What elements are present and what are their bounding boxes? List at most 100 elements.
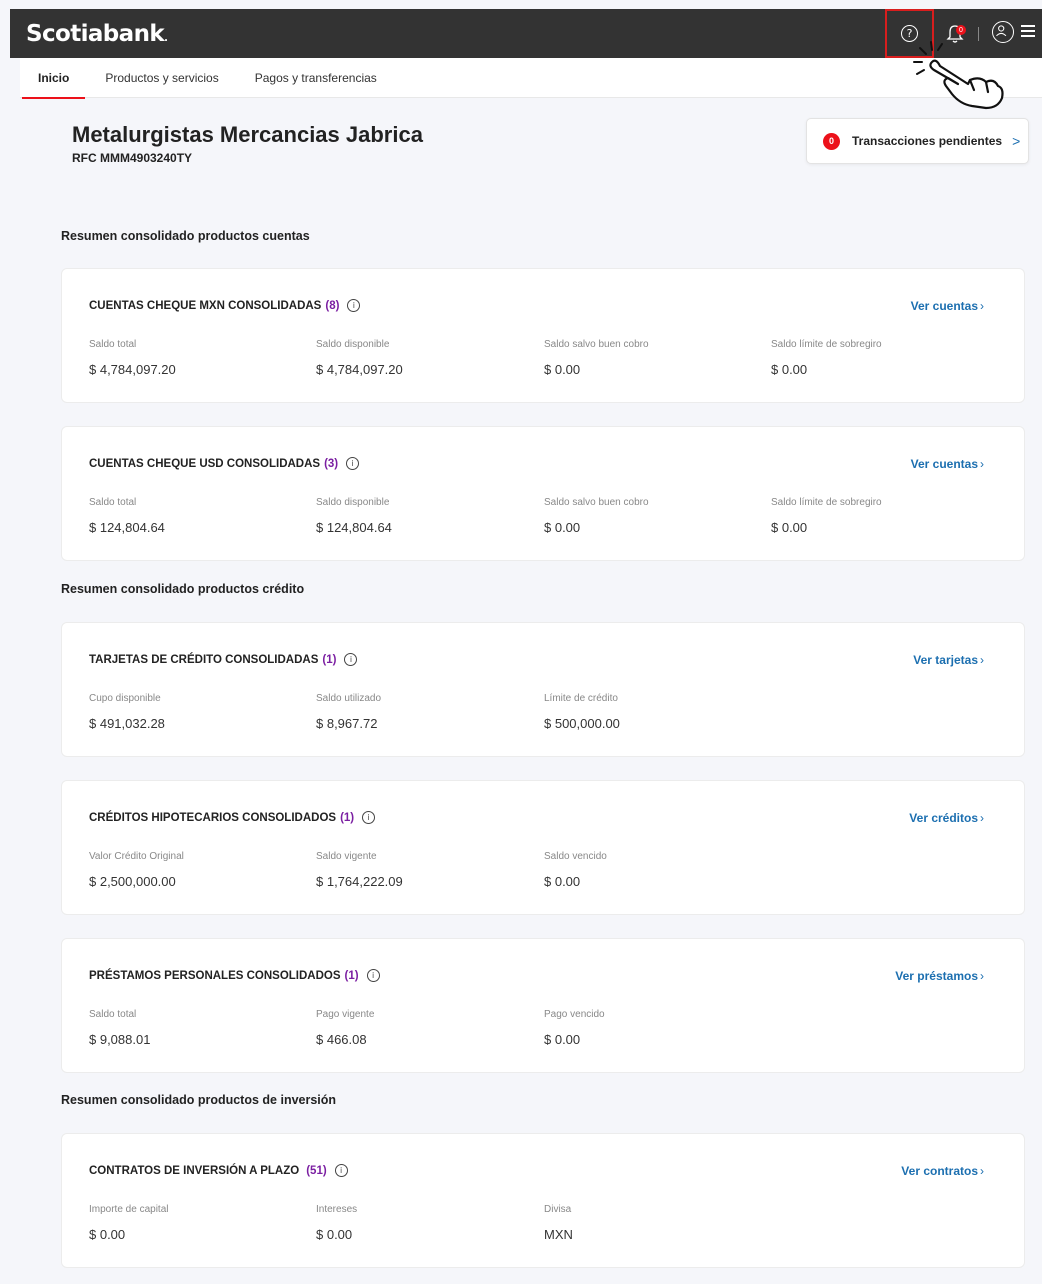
metric-label: Límite de crédito bbox=[544, 693, 618, 704]
card-title-text: CRÉDITOS HIPOTECARIOS CONSOLIDADOS bbox=[89, 811, 337, 824]
metric: Límite de crédito $ 500,000.00 bbox=[544, 693, 620, 731]
ver-prestamos-link[interactable]: Ver préstamos › bbox=[895, 969, 984, 983]
card-title-text: CONTRATOS DE INVERSIÓN A PLAZO bbox=[89, 1164, 300, 1177]
metric-value: $ 500,000.00 bbox=[544, 716, 620, 731]
metric-value: $ 0.00 bbox=[544, 1032, 581, 1047]
card-title-text: TARJETAS DE CRÉDITO CONSOLIDADAS bbox=[89, 653, 319, 666]
metric: Importe de capital $ 0.00 bbox=[89, 1204, 169, 1242]
chevron-right-icon: › bbox=[980, 299, 984, 313]
link-text: Ver tarjetas bbox=[913, 653, 978, 667]
card-count: (1) bbox=[344, 969, 359, 982]
metric-label: Saldo salvo buen cobro bbox=[544, 497, 649, 508]
top-bar: Scotiabank. ? 0 bbox=[10, 9, 1042, 58]
metric-label: Cupo disponible bbox=[89, 693, 161, 704]
menu-icon[interactable] bbox=[1021, 25, 1035, 37]
card-count: (8) bbox=[325, 299, 340, 312]
metric-value: $ 0.00 bbox=[544, 874, 581, 889]
metric: Saldo total $ 4,784,097.20 bbox=[89, 339, 176, 377]
metric-value: $ 8,967.72 bbox=[316, 716, 378, 731]
metric: Saldo salvo buen cobro $ 0.00 bbox=[544, 339, 649, 377]
metric-value: $ 1,764,222.09 bbox=[316, 874, 403, 889]
link-text: Ver créditos bbox=[909, 811, 978, 825]
card-title: CUENTAS CHEQUE USD CONSOLIDADAS (3) i bbox=[89, 457, 360, 470]
card-cuentas-usd: CUENTAS CHEQUE USD CONSOLIDADAS (3) i Ve… bbox=[61, 426, 1025, 561]
info-icon[interactable]: i bbox=[334, 1164, 348, 1177]
card-title: PRÉSTAMOS PERSONALES CONSOLIDADOS (1) i bbox=[89, 969, 380, 982]
logo-text: Scotiabank bbox=[26, 20, 165, 47]
chevron-right-icon: > bbox=[1012, 133, 1021, 149]
link-text: Ver cuentas bbox=[910, 457, 978, 471]
info-icon[interactable]: i bbox=[346, 457, 360, 470]
ver-tarjetas-link[interactable]: Ver tarjetas › bbox=[913, 653, 984, 667]
metric: Saldo vigente $ 1,764,222.09 bbox=[316, 851, 403, 889]
info-icon[interactable]: i bbox=[344, 653, 358, 666]
chevron-right-icon: › bbox=[980, 457, 984, 471]
metric: Saldo límite de sobregiro $ 0.00 bbox=[771, 497, 882, 535]
notifications-badge: 0 bbox=[956, 25, 966, 35]
metric: Cupo disponible $ 491,032.28 bbox=[89, 693, 165, 731]
metric: Saldo disponible $ 4,784,097.20 bbox=[316, 339, 403, 377]
metric-label: Divisa bbox=[544, 1204, 572, 1215]
metric-value: $ 0.00 bbox=[89, 1227, 126, 1242]
chevron-right-icon: › bbox=[980, 653, 984, 667]
card-title-text: CUENTAS CHEQUE MXN CONSOLIDADAS bbox=[89, 299, 322, 312]
metric: Pago vencido $ 0.00 bbox=[544, 1009, 605, 1047]
metric-value: $ 9,088.01 bbox=[89, 1032, 151, 1047]
link-text: Ver cuentas bbox=[910, 299, 978, 313]
metric-label: Saldo total bbox=[89, 1009, 137, 1020]
link-text: Ver préstamos bbox=[895, 969, 978, 983]
metric: Saldo total $ 9,088.01 bbox=[89, 1009, 150, 1047]
metric-value: $ 0.00 bbox=[544, 362, 581, 377]
card-title: CRÉDITOS HIPOTECARIOS CONSOLIDADOS (1) i bbox=[89, 811, 376, 824]
metric: Intereses $ 0.00 bbox=[316, 1204, 357, 1242]
company-name: Metalurgistas Mercancias Jabrica bbox=[72, 122, 423, 147]
card-title: CONTRATOS DE INVERSIÓN A PLAZO (51) i bbox=[89, 1164, 348, 1177]
chevron-right-icon: › bbox=[980, 1164, 984, 1178]
metric-value: $ 2,500,000.00 bbox=[89, 874, 176, 889]
link-text: Ver contratos bbox=[901, 1164, 978, 1178]
info-icon[interactable]: i bbox=[347, 299, 361, 312]
metric-value: $ 491,032.28 bbox=[89, 716, 165, 731]
company-rfc: RFC MMM4903240TY bbox=[72, 151, 193, 165]
card-title: CUENTAS CHEQUE MXN CONSOLIDADAS (8) i bbox=[89, 299, 361, 312]
metric-value: $ 124,804.64 bbox=[316, 520, 392, 535]
metric-label: Saldo límite de sobregiro bbox=[771, 497, 882, 508]
scotiabank-logo[interactable]: Scotiabank. bbox=[26, 20, 168, 47]
metric-label: Valor Crédito Original bbox=[89, 851, 184, 862]
metric-label: Saldo utilizado bbox=[316, 693, 382, 704]
metric-label: Intereses bbox=[316, 1204, 358, 1215]
metric: Saldo utilizado $ 8,967.72 bbox=[316, 693, 381, 731]
metric-value: $ 124,804.64 bbox=[89, 520, 165, 535]
card-creditos-hipotecarios: CRÉDITOS HIPOTECARIOS CONSOLIDADOS (1) i… bbox=[61, 780, 1025, 915]
metric-label: Saldo límite de sobregiro bbox=[771, 339, 882, 350]
ver-cuentas-link[interactable]: Ver cuentas › bbox=[911, 457, 984, 471]
card-count: (51) bbox=[306, 1164, 327, 1177]
tab-productos-y-servicios[interactable]: Productos y servicios bbox=[87, 58, 236, 98]
info-icon[interactable]: i bbox=[366, 969, 380, 982]
ver-creditos-link[interactable]: Ver créditos › bbox=[909, 811, 984, 825]
metric-value: $ 466.08 bbox=[316, 1032, 367, 1047]
metric: Divisa MXN bbox=[544, 1204, 573, 1242]
metric-value: $ 0.00 bbox=[771, 362, 808, 377]
ver-contratos-link[interactable]: Ver contratos › bbox=[901, 1164, 984, 1178]
card-title-text: PRÉSTAMOS PERSONALES CONSOLIDADOS bbox=[89, 969, 341, 982]
metric-label: Saldo disponible bbox=[316, 339, 390, 350]
metric-label: Saldo vigente bbox=[316, 851, 377, 862]
metric: Saldo disponible $ 124,804.64 bbox=[316, 497, 392, 535]
card-count: (3) bbox=[324, 457, 339, 470]
card-cuentas-mxn: CUENTAS CHEQUE MXN CONSOLIDADAS (8) i Ve… bbox=[61, 268, 1025, 403]
metric: Saldo salvo buen cobro $ 0.00 bbox=[544, 497, 649, 535]
tab-pagos-y-transferencias[interactable]: Pagos y transferencias bbox=[237, 58, 395, 98]
metric-label: Pago vigente bbox=[316, 1009, 375, 1020]
tab-inicio[interactable]: Inicio bbox=[20, 58, 87, 99]
metric-label: Importe de capital bbox=[89, 1204, 169, 1215]
ver-cuentas-link[interactable]: Ver cuentas › bbox=[911, 299, 984, 313]
section-title-credito: Resumen consolidado productos crédito bbox=[61, 582, 305, 596]
pending-label: Transacciones pendientes bbox=[852, 134, 1003, 148]
metric-label: Saldo salvo buen cobro bbox=[544, 339, 649, 350]
main-nav: Inicio Productos y servicios Pagos y tra… bbox=[20, 58, 1042, 99]
pending-transactions-button[interactable]: 0 Transacciones pendientes > bbox=[806, 118, 1029, 164]
info-icon[interactable]: i bbox=[362, 811, 376, 824]
card-title: TARJETAS DE CRÉDITO CONSOLIDADAS (1) i bbox=[89, 653, 358, 666]
metric: Valor Crédito Original $ 2,500,000.00 bbox=[89, 851, 184, 889]
